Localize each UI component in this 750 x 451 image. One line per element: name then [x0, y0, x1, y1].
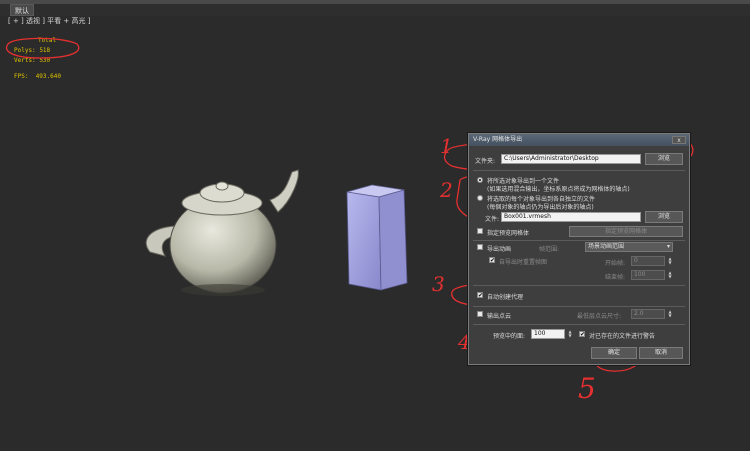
preview-faces-label: 预览中的面: — [493, 333, 526, 340]
export-pointcloud-checkbox[interactable] — [477, 311, 483, 317]
frame-range-dropdown[interactable]: 场景动画范围 ▾ — [585, 242, 673, 252]
start-frame-input[interactable]: 0 — [631, 256, 665, 266]
specify-preview-mesh-button[interactable]: 指定预览网格体 — [569, 226, 683, 237]
browse-folder-button[interactable]: 浏览 — [645, 153, 683, 165]
frame-range-label: 帧范围: — [539, 246, 560, 253]
preview-faces-spinner[interactable]: ▲ ▼ — [567, 330, 573, 338]
export-separate-files-radio[interactable] — [477, 195, 483, 201]
file-input[interactable]: Box001.vrmesh — [501, 212, 641, 222]
auto-faces-label: 自导出时重置帧图 — [499, 259, 548, 266]
end-frame-input[interactable]: 100 — [631, 270, 665, 280]
end-frame-label: 结束帧: — [605, 274, 626, 281]
separator — [473, 170, 685, 171]
warn-overwrite-label: 对已存在的文件进行警告 — [589, 333, 656, 340]
cancel-button[interactable]: 取消 — [639, 347, 683, 359]
chevron-down-icon: ▾ — [666, 243, 670, 250]
box-model[interactable] — [346, 184, 408, 291]
start-frame-spinner[interactable]: ▲ ▼ — [667, 257, 673, 265]
auto-create-proxy-checkbox[interactable]: ✔ — [477, 292, 483, 299]
dialog-titlebar[interactable]: V-Ray 网格体导出 x — [469, 134, 689, 146]
warn-overwrite-checkbox[interactable]: ✔ — [579, 331, 585, 338]
auto-faces-checkbox[interactable]: ✔ — [489, 257, 495, 264]
folder-label: 文件夹: — [475, 158, 496, 165]
teapot-model[interactable] — [145, 169, 299, 296]
folder-input[interactable]: C:\Users\Administrator\Desktop — [501, 154, 641, 164]
radio2-line2: (每個对象的轴点仍为导出后对象的轴点) — [487, 204, 594, 211]
export-animation-label: 导出动画 — [487, 246, 512, 253]
browse-file-button[interactable]: 浏览 — [645, 211, 683, 223]
file-label: 文件: — [485, 216, 500, 223]
start-frame-label: 开始帧: — [605, 260, 626, 267]
close-button[interactable]: x — [672, 136, 686, 144]
radio1-line2: (如果选用混合输出，坐标系原点将成为网格体的轴点) — [487, 186, 630, 193]
separator — [473, 240, 685, 241]
min-point-size-input[interactable]: 2.0 — [631, 309, 665, 319]
export-pointcloud-label: 输出点云 — [487, 313, 512, 320]
separator — [473, 285, 685, 286]
min-point-size-spinner[interactable]: ▲ ▼ — [667, 310, 673, 318]
export-single-file-radio[interactable] — [477, 177, 483, 183]
auto-create-proxy-label: 自动创建代理 — [487, 294, 524, 301]
export-animation-checkbox[interactable] — [477, 244, 483, 250]
frame-range-value: 场景动画范围 — [588, 243, 625, 250]
dialog-title: V-Ray 网格体导出 — [473, 136, 523, 143]
specify-preview-mesh-checkbox[interactable] — [477, 228, 483, 234]
end-frame-spinner[interactable]: ▲ ▼ — [667, 271, 673, 279]
vray-mesh-export-dialog: V-Ray 网格体导出 x 文件夹: C:\Users\Administrato… — [468, 133, 690, 365]
preview-faces-input[interactable]: 100 — [531, 329, 565, 339]
separator — [473, 306, 685, 307]
separator — [473, 324, 685, 325]
min-point-size-label: 最低层点云尺寸: — [577, 313, 622, 320]
specify-preview-mesh-label: 指定预览网格体 — [487, 230, 530, 237]
ok-button[interactable]: 确定 — [591, 347, 637, 359]
